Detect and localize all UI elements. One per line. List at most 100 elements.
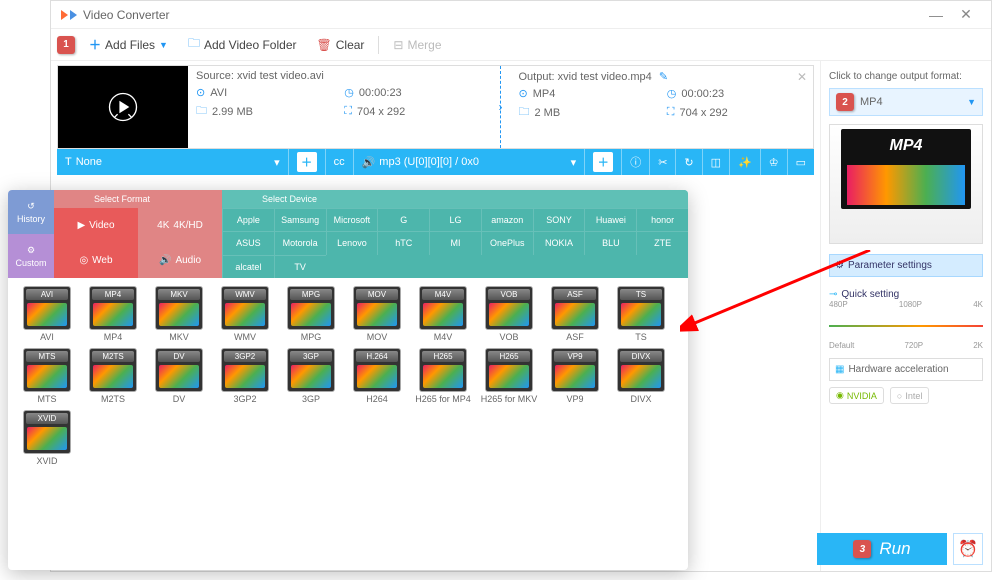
cc-icon[interactable]: cc xyxy=(334,156,345,168)
format-dv[interactable]: DVDV xyxy=(148,348,210,404)
format-label: H265 for MP4 xyxy=(415,394,471,404)
device-lg[interactable]: LG xyxy=(429,208,481,231)
hw-label: Hardware acceleration xyxy=(848,364,948,375)
device-g[interactable]: G xyxy=(377,208,429,231)
device-htc[interactable]: hTC xyxy=(377,231,429,254)
remove-file-button[interactable]: ✕ xyxy=(797,70,807,84)
device-zte[interactable]: ZTE xyxy=(636,231,688,254)
format-h265-for-mp4[interactable]: H265H265 for MP4 xyxy=(412,348,474,404)
format-3gp2[interactable]: 3GP23GP2 xyxy=(214,348,276,404)
trash-icon: 🗑 xyxy=(317,38,332,52)
format-m2ts[interactable]: M2TSM2TS xyxy=(82,348,144,404)
parameter-settings-button[interactable]: ⚙ Parameter settings xyxy=(829,254,983,277)
schedule-button[interactable]: ⏰ xyxy=(953,533,983,565)
format-wmv[interactable]: WMVWMV xyxy=(214,286,276,342)
select-device-header: Select Device xyxy=(222,190,688,208)
add-folder-button[interactable]: 🗀 Add Video Folder xyxy=(182,32,303,57)
output-format-selector[interactable]: 2 MP4 ▼ xyxy=(829,88,983,116)
close-button[interactable]: ✕ xyxy=(951,6,981,23)
category-4khd[interactable]: 4K4K/HD xyxy=(138,208,222,243)
format-vob[interactable]: VOBVOB xyxy=(478,286,540,342)
device-blu[interactable]: BLU xyxy=(584,231,636,254)
quality-4k: 4K xyxy=(973,300,983,309)
device-huawei[interactable]: Huawei xyxy=(584,208,636,231)
video-thumbnail[interactable] xyxy=(58,66,188,148)
crop-icon[interactable]: ◫ xyxy=(711,156,721,169)
hardware-accel-button[interactable]: ▦ Hardware acceleration xyxy=(829,358,983,381)
effects-icon[interactable]: ✨ xyxy=(738,156,752,169)
source-size: 2.99 MB xyxy=(212,106,253,118)
category-audio[interactable]: 🔊Audio xyxy=(138,243,222,278)
device-oneplus[interactable]: OnePlus xyxy=(481,231,533,254)
device-apple[interactable]: Apple xyxy=(222,208,274,231)
format-mts[interactable]: MTSMTS xyxy=(16,348,78,404)
add-audio-button[interactable]: ＋ xyxy=(593,152,613,172)
add-files-button[interactable]: ＋ Add Files ▼ xyxy=(83,34,174,55)
device-amazon[interactable]: amazon xyxy=(481,208,533,231)
format-h264[interactable]: H.264H264 xyxy=(346,348,408,404)
format-m4v[interactable]: M4VM4V xyxy=(412,286,474,342)
clear-button[interactable]: 🗑 Clear xyxy=(311,36,371,54)
format-mov[interactable]: MOVMOV xyxy=(346,286,408,342)
panel-tab-custom[interactable]: ⚙ Custom xyxy=(8,234,54,278)
dimensions-icon: ⛶ xyxy=(667,106,675,119)
subtitle-value[interactable]: None xyxy=(76,156,102,168)
clock-icon: ◷ xyxy=(344,86,354,99)
device-honor[interactable]: honor xyxy=(636,208,688,231)
subtitle-edit-icon[interactable]: ▭ xyxy=(796,156,806,169)
edit-icon[interactable]: ✎ xyxy=(659,71,668,83)
selected-format-label: MP4 xyxy=(860,96,883,108)
device-tv[interactable]: TV xyxy=(274,255,326,278)
audio-track-value[interactable]: mp3 (U[0][0][0] / 0x0 xyxy=(379,156,479,168)
4k-icon: 4K xyxy=(157,220,169,231)
device-mi[interactable]: MI xyxy=(429,231,481,254)
device-motorola[interactable]: Motorola xyxy=(274,231,326,254)
device-alcatel[interactable]: alcatel xyxy=(222,255,274,278)
nvidia-chip[interactable]: ◉NVIDIA xyxy=(829,387,884,404)
device-samsung[interactable]: Samsung xyxy=(274,208,326,231)
category-web[interactable]: ◎Web xyxy=(54,243,138,278)
format-mpg[interactable]: MPGMPG xyxy=(280,286,342,342)
format-ts[interactable]: TSTS xyxy=(610,286,672,342)
minimize-button[interactable]: — xyxy=(921,7,951,23)
cut-icon[interactable]: ✂ xyxy=(658,156,667,169)
format-asf[interactable]: ASFASF xyxy=(544,286,606,342)
run-button[interactable]: 3 Run xyxy=(817,533,947,565)
device-asus[interactable]: ASUS xyxy=(222,231,274,254)
merge-button[interactable]: ⊟ Merge xyxy=(387,36,447,54)
source-dimensions: 704 x 292 xyxy=(357,106,405,118)
format-label: 3GP2 xyxy=(233,394,256,404)
category-video[interactable]: ▶Video xyxy=(54,208,138,243)
source-duration: 00:00:23 xyxy=(359,87,402,99)
plus-icon: ＋ xyxy=(89,36,101,53)
format-h265-for-mkv[interactable]: H265H265 for MKV xyxy=(478,348,540,404)
panel-tab-history[interactable]: ↺ History xyxy=(8,190,54,234)
format-label: M2TS xyxy=(101,394,125,404)
folder-icon: 🗀 xyxy=(188,34,200,55)
watermark-icon[interactable]: ♔ xyxy=(769,156,779,169)
format-3gp[interactable]: 3GP3GP xyxy=(280,348,342,404)
rotate-icon[interactable]: ↻ xyxy=(684,156,693,169)
format-vp9[interactable]: VP9VP9 xyxy=(544,348,606,404)
device-microsoft[interactable]: Microsoft xyxy=(326,208,378,231)
device-nokia[interactable]: NOKIA xyxy=(533,231,585,254)
add-subtitle-button[interactable]: ＋ xyxy=(297,152,317,172)
device-sony[interactable]: SONY xyxy=(533,208,585,231)
format-xvid[interactable]: XVIDXVID xyxy=(16,410,78,466)
source-filename: xvid test video.avi xyxy=(237,70,324,82)
step-badge-1: 1 xyxy=(57,36,75,54)
quality-slider[interactable] xyxy=(829,315,983,339)
intel-chip[interactable]: ○Intel xyxy=(890,387,929,404)
format-avi[interactable]: AVIAVI xyxy=(16,286,78,342)
format-label: MPG xyxy=(301,332,322,342)
format-divx[interactable]: DIVXDIVX xyxy=(610,348,672,404)
history-icon: ↺ xyxy=(27,201,35,212)
gear-icon: ⚙ xyxy=(27,245,35,256)
device-lenovo[interactable]: Lenovo xyxy=(326,231,378,254)
info-icon[interactable]: ⓘ xyxy=(630,154,641,170)
format-mp4[interactable]: MP4MP4 xyxy=(82,286,144,342)
format-mkv[interactable]: MKVMKV xyxy=(148,286,210,342)
play-icon xyxy=(105,89,141,125)
quality-default: Default xyxy=(829,341,854,350)
add-files-label: Add Files xyxy=(105,38,155,52)
